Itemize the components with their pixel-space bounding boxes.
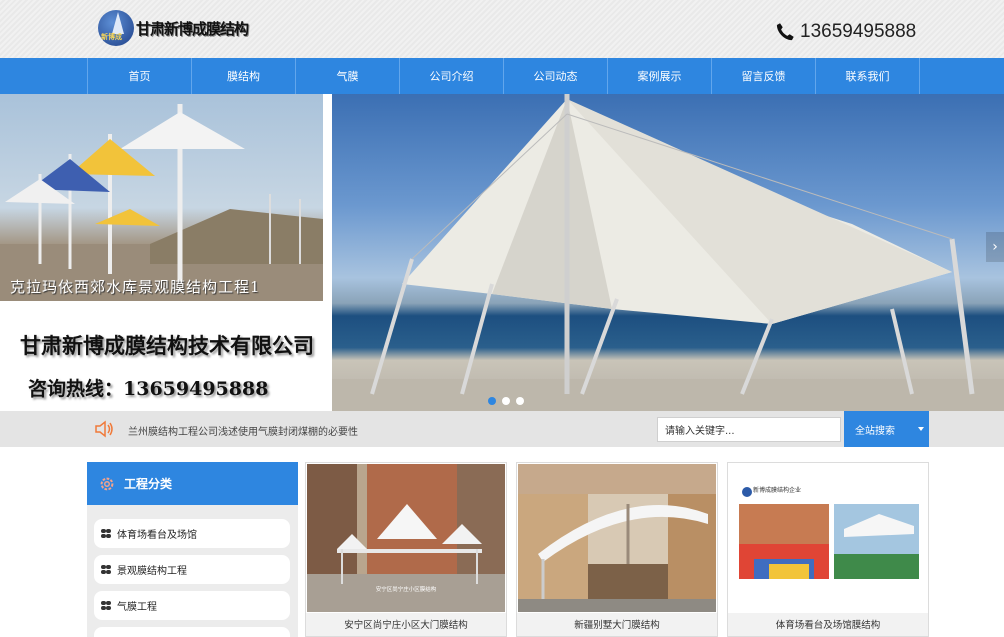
product-caption: 安宁区尚宁庄小区大门膜结构 xyxy=(306,613,506,636)
category-item-more[interactable] xyxy=(94,627,290,637)
category-item-label: 景观膜结构工程 xyxy=(117,566,187,577)
product-caption: 新疆别墅大门膜结构 xyxy=(517,613,717,636)
search-input[interactable] xyxy=(657,417,841,442)
slider-dot-3[interactable] xyxy=(516,397,524,405)
notice-bar: 兰州膜结构工程公司浅述使用气膜封闭煤棚的必要性 全站搜索 xyxy=(0,411,1004,447)
product-image-3: 新博成膜结构企业 xyxy=(729,464,927,612)
page: 新博成 甘肃新博成膜结构 13659495888 首页 膜结构 气膜 公司介绍 … xyxy=(0,0,1004,637)
product-image-1: 安宁区尚宁庄小区膜结构 xyxy=(307,464,505,612)
clover-icon xyxy=(101,600,111,611)
slider-dot-2[interactable] xyxy=(502,397,510,405)
category-item-label: 气膜工程 xyxy=(117,602,157,613)
umbrella-canopy-image xyxy=(0,104,323,301)
product-photo-text: 安宁区尚宁庄小区膜结构 xyxy=(376,585,437,593)
banner-left-photo: 克拉玛依西郊水库景观膜结构工程1 xyxy=(0,94,323,301)
product-photo-text: 新博成膜结构企业 xyxy=(753,486,801,494)
header: 新博成 甘肃新博成膜结构 13659495888 xyxy=(0,0,1004,58)
banner-left-panel: 克拉玛依西郊水库景观膜结构工程1 甘肃新博成膜结构技术有限公司 咨询热线：136… xyxy=(0,94,332,411)
category-item-landscape[interactable]: 景观膜结构工程 xyxy=(94,555,290,584)
nav-item-news[interactable]: 公司动态 xyxy=(504,58,608,94)
chevron-down-icon xyxy=(918,427,924,431)
banner-hotline: 咨询热线：13659495888 xyxy=(28,378,269,400)
logo-mark-icon: 新博成 xyxy=(98,10,134,46)
villa-membrane-photo xyxy=(518,464,716,612)
tensile-membrane-image xyxy=(332,94,1004,411)
slider-dot-1[interactable] xyxy=(488,397,496,405)
product-card-3[interactable]: 新博成膜结构企业 体育场看台及场馆膜结构 xyxy=(727,462,929,637)
slider-next-arrow-icon[interactable]: › xyxy=(986,232,1004,262)
category-title: 工程分类 xyxy=(124,477,173,491)
phone: 13659495888 xyxy=(774,21,916,43)
nav-item-feedback[interactable]: 留言反馈 xyxy=(712,58,816,94)
category-item-label: 体育场看台及场馆 xyxy=(117,530,197,541)
nav-item-home[interactable]: 首页 xyxy=(88,58,192,94)
category-header: 工程分类 xyxy=(87,462,298,505)
gate-membrane-photo: 安宁区尚宁庄小区膜结构 xyxy=(307,464,505,612)
product-image-2 xyxy=(518,464,716,612)
category-sidebar: 工程分类 体育场看台及场馆 景观膜结构工程 气膜工程 xyxy=(87,462,298,637)
slider-dots xyxy=(488,397,524,405)
speaker-icon xyxy=(95,420,113,438)
main-nav: 首页 膜结构 气膜 公司介绍 公司动态 案例展示 留言反馈 联系我们 xyxy=(0,58,1004,94)
stadium-membrane-photo: 新博成膜结构企业 xyxy=(729,464,927,612)
clover-icon xyxy=(101,528,111,539)
notice-link[interactable]: 兰州膜结构工程公司浅述使用气膜封闭煤棚的必要性 xyxy=(128,423,358,438)
nav-item-contact[interactable]: 联系我们 xyxy=(816,58,920,94)
banner-company-name: 甘肃新博成膜结构技术有限公司 xyxy=(20,333,314,358)
site-search-button-label: 全站搜索 xyxy=(855,425,895,437)
banner-slider[interactable]: 克拉玛依西郊水库景观膜结构工程1 甘肃新博成膜结构技术有限公司 咨询热线：136… xyxy=(0,94,1004,411)
phone-number: 13659495888 xyxy=(800,21,917,42)
clover-icon xyxy=(101,564,111,575)
nav-item-air-membrane[interactable]: 气膜 xyxy=(296,58,400,94)
product-caption: 体育场看台及场馆膜结构 xyxy=(728,613,928,636)
category-item-air-membrane[interactable]: 气膜工程 xyxy=(94,591,290,620)
phone-icon xyxy=(776,23,794,41)
logo[interactable]: 新博成 甘肃新博成膜结构 xyxy=(98,9,249,47)
nav-item-cases[interactable]: 案例展示 xyxy=(608,58,712,94)
banner-caption: 克拉玛依西郊水库景观膜结构工程1 xyxy=(10,278,261,296)
nav-item-membrane[interactable]: 膜结构 xyxy=(192,58,296,94)
category-item-stadium[interactable]: 体育场看台及场馆 xyxy=(94,519,290,548)
gear-icon xyxy=(100,477,114,490)
banner-main-photo xyxy=(332,94,1004,411)
product-card-1[interactable]: 安宁区尚宁庄小区膜结构 安宁区尚宁庄小区大门膜结构 xyxy=(305,462,507,637)
product-card-2[interactable]: 新疆别墅大门膜结构 xyxy=(516,462,718,637)
site-search-button[interactable]: 全站搜索 xyxy=(844,411,929,447)
nav-item-about[interactable]: 公司介绍 xyxy=(400,58,504,94)
logo-text: 甘肃新博成膜结构 xyxy=(136,19,249,38)
logo-mark-text: 新博成 xyxy=(101,33,122,41)
